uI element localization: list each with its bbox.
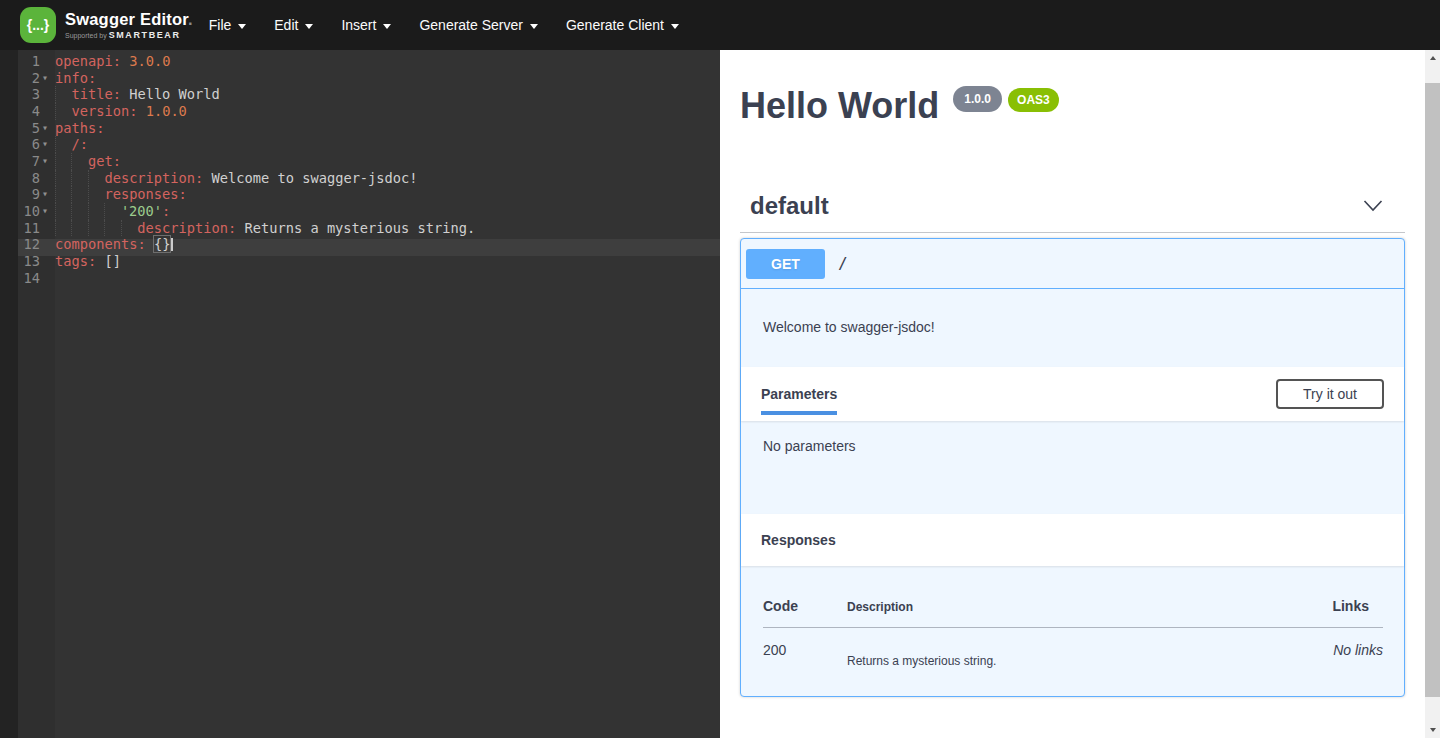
scrollbar-thumb[interactable] (1425, 83, 1440, 697)
menu-insert[interactable]: Insert (327, 0, 405, 50)
line-number: 2 (18, 70, 40, 87)
brand-text: Swagger Editor. Supported bySMARTBEAR (65, 10, 193, 40)
code-line-5: 5▾paths: (0, 120, 720, 137)
responses-table: Code Description Links 200Returns a myst… (763, 598, 1383, 668)
responses-col-links: Links (1239, 598, 1383, 628)
scroll-up-icon (1430, 56, 1436, 60)
vertical-scrollbar[interactable] (1425, 50, 1440, 738)
api-title: Hello World (740, 88, 939, 124)
operation-summary[interactable]: GET / (741, 239, 1404, 289)
code-editor[interactable]: 1openapi: 3.0.02▾info:3 title: Hello Wor… (0, 50, 720, 738)
code-line-14: 14 (0, 270, 720, 287)
scroll-down-button[interactable] (1425, 722, 1440, 738)
response-links: No links (1239, 628, 1383, 669)
caret-down-icon (305, 24, 313, 29)
operation-path: / (838, 254, 848, 273)
menu-edit[interactable]: Edit (260, 0, 327, 50)
menu-generate-server[interactable]: Generate Server (405, 0, 552, 50)
caret-down-icon (383, 24, 391, 29)
menu-file[interactable]: File (195, 0, 261, 50)
line-number: 13 (18, 253, 40, 270)
line-number: 9 (18, 186, 40, 203)
line-number: 7 (18, 153, 40, 170)
line-number: 5 (18, 120, 40, 137)
code-line-7: 7▾ get: (0, 153, 720, 170)
menu-generate-client[interactable]: Generate Client (552, 0, 693, 50)
tab-parameters[interactable]: Parameters (761, 386, 837, 402)
scroll-up-button[interactable] (1425, 50, 1440, 66)
code-line-8: 8 description: Welcome to swagger-jsdoc! (0, 170, 720, 187)
opblock-get: GET / Welcome to swagger-jsdoc! Paramete… (740, 238, 1405, 697)
responses-col-code: Code (763, 598, 847, 628)
menu-label: Generate Client (566, 17, 664, 33)
fold-arrow-icon[interactable]: ▾ (42, 70, 48, 86)
code-line-2: 2▾info: (0, 70, 720, 87)
code-line-13: 13tags: [] (0, 253, 720, 270)
try-it-out-button[interactable]: Try it out (1276, 379, 1384, 409)
code-line-6: 6▾ /: (0, 136, 720, 153)
responses-table-body: 200Returns a mysterious string.No links (763, 628, 1383, 669)
code-line-4: 4 version: 1.0.0 (0, 103, 720, 120)
editor-lines: 1openapi: 3.0.02▾info:3 title: Hello Wor… (0, 53, 720, 286)
response-row: 200Returns a mysterious string.No links (763, 628, 1383, 669)
responses-col-description: Description (847, 598, 1239, 628)
line-number: 8 (18, 170, 40, 187)
code-line-9: 9▾ responses: (0, 186, 720, 203)
caret-down-icon (530, 24, 538, 29)
line-number: 6 (18, 136, 40, 153)
response-description: Returns a mysterious string. (847, 628, 1239, 669)
line-number: 12 (18, 236, 40, 253)
responses-body: Code Description Links 200Returns a myst… (741, 566, 1404, 696)
text-cursor (171, 238, 173, 251)
scroll-down-icon (1430, 728, 1436, 732)
line-number: 14 (18, 270, 40, 287)
caret-down-icon (238, 24, 246, 29)
fold-arrow-icon[interactable]: ▾ (42, 136, 48, 152)
api-docs-pane: Hello World 1.0.0 OAS3 default GET / Wel… (720, 50, 1425, 738)
caret-down-icon (671, 24, 679, 29)
responses-header: Responses (741, 514, 1404, 566)
line-number: 11 (18, 220, 40, 237)
fold-arrow-icon[interactable]: ▾ (42, 186, 48, 202)
tag-name: default (750, 192, 829, 220)
responses-label: Responses (761, 532, 836, 548)
menu-label: Edit (274, 17, 298, 33)
operation-description: Welcome to swagger-jsdoc! (741, 289, 1404, 367)
code-line-3: 3 title: Hello World (0, 86, 720, 103)
swagger-logo-icon: {...} (20, 7, 56, 43)
line-number: 3 (18, 86, 40, 103)
api-info-header: Hello World 1.0.0 OAS3 (740, 88, 1405, 124)
code-line-10: 10▾ '200': (0, 203, 720, 220)
brand[interactable]: {...} Swagger Editor. Supported bySMARTB… (20, 7, 193, 43)
method-badge: GET (746, 249, 825, 279)
parameters-body: No parameters (741, 421, 1404, 514)
no-parameters-text: No parameters (763, 438, 856, 454)
parameters-header: Parameters Try it out (741, 367, 1404, 421)
version-badge: 1.0.0 (953, 86, 1002, 112)
fold-arrow-icon[interactable]: ▾ (42, 153, 48, 169)
response-code: 200 (763, 628, 847, 669)
line-number: 10 (18, 203, 40, 220)
topbar-menu: File Edit Insert Generate Server Generate Cl… (195, 0, 693, 50)
line-number: 1 (18, 53, 40, 70)
chevron-down-icon[interactable] (1363, 199, 1383, 213)
oas3-badge: OAS3 (1008, 88, 1059, 112)
fold-arrow-icon[interactable]: ▾ (42, 203, 48, 219)
brand-title: Swagger Editor. (65, 10, 193, 29)
code-line-12: 12components: {} (0, 236, 720, 253)
line-number: 4 (18, 103, 40, 120)
menu-label: Insert (341, 17, 376, 33)
fold-arrow-icon[interactable]: ▾ (42, 120, 48, 136)
code-line-11: 11 description: Returns a mysterious str… (0, 220, 720, 237)
menu-label: File (209, 17, 232, 33)
menu-label: Generate Server (419, 17, 523, 33)
brand-subtitle: Supported bySMARTBEAR (65, 30, 193, 40)
tag-section-header[interactable]: default (740, 190, 1405, 233)
code-line-1: 1openapi: 3.0.0 (0, 53, 720, 70)
topbar: {...} Swagger Editor. Supported bySMARTB… (0, 0, 1440, 50)
